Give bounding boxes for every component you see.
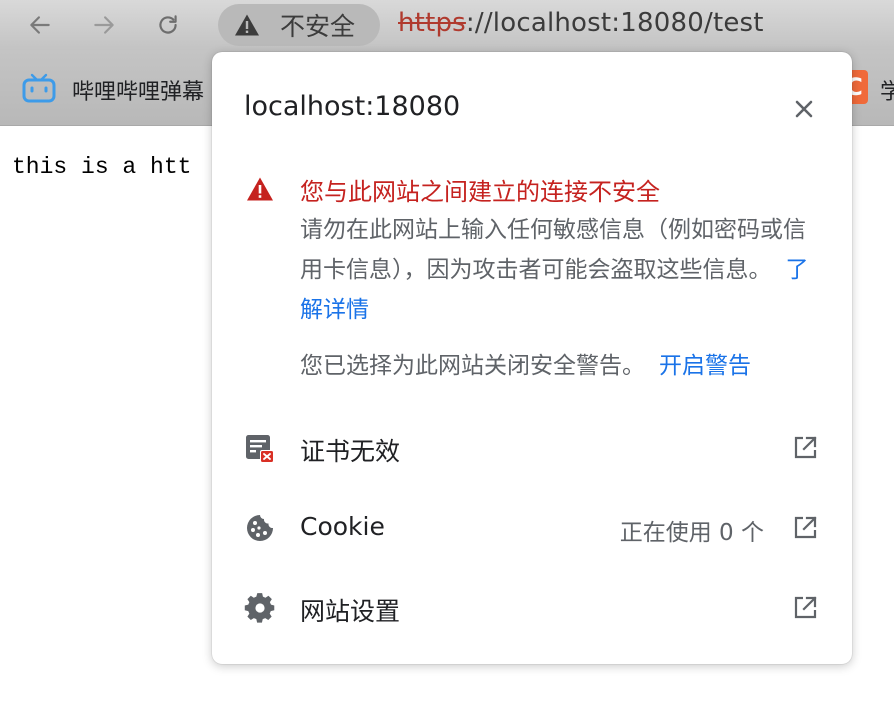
certificate-invalid-icon [246, 435, 274, 463]
cookie-row[interactable]: Cookie 正在使用 0 个 [212, 488, 852, 568]
browser-toolbar: 不安全 https://localhost:18080/test [0, 0, 894, 50]
close-icon [795, 100, 813, 118]
warnings-disabled-text: 您已选择为此网站关闭安全警告。 [300, 353, 645, 379]
open-in-new-icon [794, 436, 817, 459]
bilibili-tv-icon [22, 73, 56, 103]
security-chip[interactable]: 不安全 [218, 4, 380, 46]
connection-not-secure-title: 您与此网站之间建立的连接不安全 [300, 178, 660, 206]
site-settings-label: 网站设置 [300, 597, 401, 626]
site-settings-row[interactable]: 网站设置 [212, 568, 852, 648]
cookie-icon [247, 515, 273, 541]
arrow-right-icon [94, 16, 114, 34]
reload-button[interactable] [150, 7, 186, 43]
url-scheme: https [398, 8, 466, 38]
back-button[interactable] [22, 7, 58, 43]
security-chip-label: 不安全 [280, 12, 356, 41]
site-info-popup: localhost:18080 您与此网站之间建立的连接不安全 请勿在此网站上输… [212, 52, 852, 664]
popup-title: localhost:18080 [244, 91, 461, 122]
warning-triangle-icon [235, 14, 259, 36]
certificate-row[interactable]: 证书无效 [212, 408, 852, 488]
open-in-new-icon [794, 596, 817, 619]
url-field[interactable]: https://localhost:18080/test [398, 8, 764, 38]
page-body-text: this is a htt [12, 154, 192, 180]
cookie-label: Cookie [300, 512, 385, 541]
certificate-label: 证书无效 [300, 437, 401, 466]
connection-warning-text: 请勿在此网站上输入任何敏感信息（例如密码或信用卡信息），因为攻击者可能会盗取这些… [300, 210, 820, 330]
forward-button[interactable] [86, 7, 122, 43]
warning-triangle-icon [247, 177, 273, 201]
gear-icon [244, 593, 275, 623]
bookmark-bilibili[interactable]: 哔哩哔哩弹幕 [72, 74, 204, 106]
warnings-disabled-notice: 您已选择为此网站关闭安全警告。 开启警告 [300, 346, 751, 380]
enable-warnings-link[interactable]: 开启警告 [659, 353, 751, 379]
warning-description: 请勿在此网站上输入任何敏感信息（例如密码或信用卡信息），因为攻击者可能会盗取这些… [300, 217, 806, 283]
open-in-new-icon [794, 516, 817, 539]
url-rest: ://localhost:18080/test [465, 8, 764, 38]
close-button[interactable] [790, 95, 818, 123]
cookie-count: 正在使用 0 个 [619, 520, 764, 546]
arrow-left-icon [30, 16, 50, 34]
reload-icon [159, 15, 177, 34]
bookmark-study[interactable]: 学 [880, 74, 894, 106]
